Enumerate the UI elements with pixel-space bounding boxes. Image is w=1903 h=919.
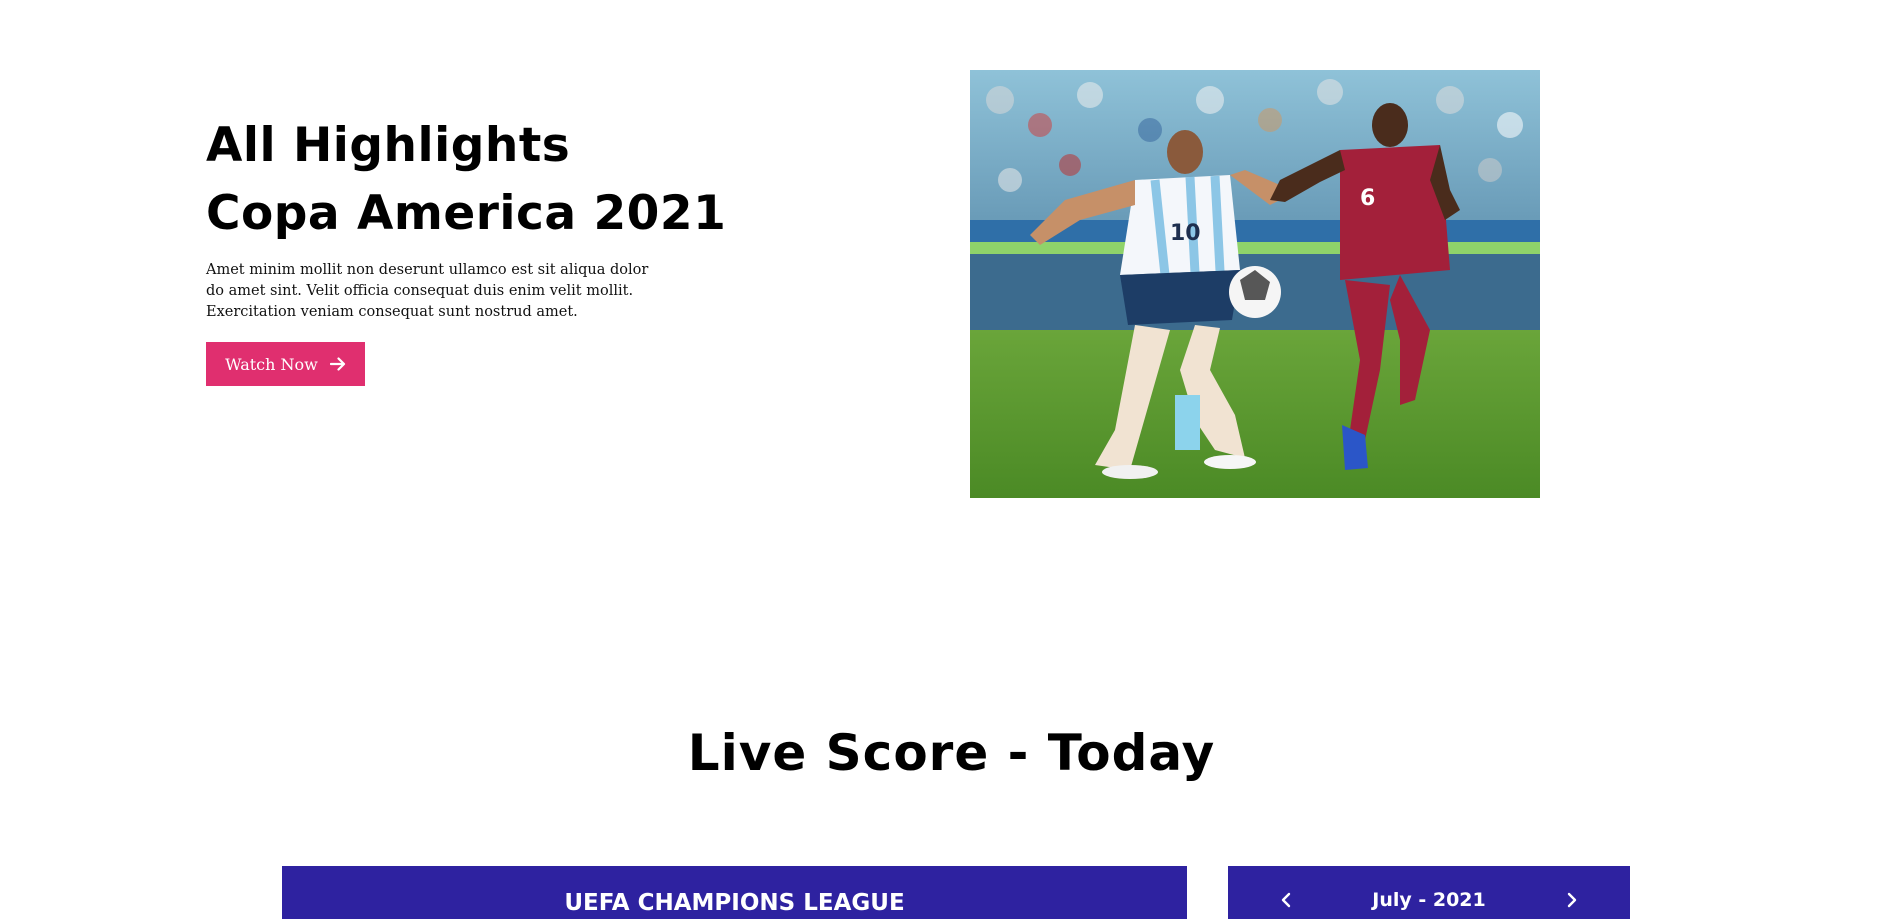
hero-title-line-1: All Highlights (206, 118, 571, 173)
date-selector: July - 2021 (1228, 866, 1630, 919)
chevron-left-icon[interactable] (1276, 888, 1296, 912)
player-1-number: 10 (1170, 221, 1201, 246)
hero-title: All Highlights Copa America 2021 (206, 112, 726, 248)
player-2-number: 6 (1360, 186, 1375, 211)
hero-football-image: 10 6 (970, 70, 1540, 498)
watch-now-label: Watch Now (225, 354, 318, 374)
chevron-right-icon[interactable] (1562, 888, 1582, 912)
watch-now-button[interactable]: Watch Now (206, 342, 365, 386)
live-score-title: Live Score - Today (687, 724, 1216, 782)
hero-title-line-2: Copa America 2021 (206, 186, 727, 241)
hero-description: Amet minim mollit non deserunt ullamco e… (206, 262, 649, 320)
arrow-right-icon (329, 357, 346, 371)
league-header: UEFA CHAMPIONS LEAGUE (282, 866, 1187, 919)
page: All Highlights Copa America 2021 Amet mi… (0, 0, 1903, 919)
month-label: July - 2021 (1372, 889, 1486, 911)
league-name: UEFA CHAMPIONS LEAGUE (564, 890, 905, 916)
